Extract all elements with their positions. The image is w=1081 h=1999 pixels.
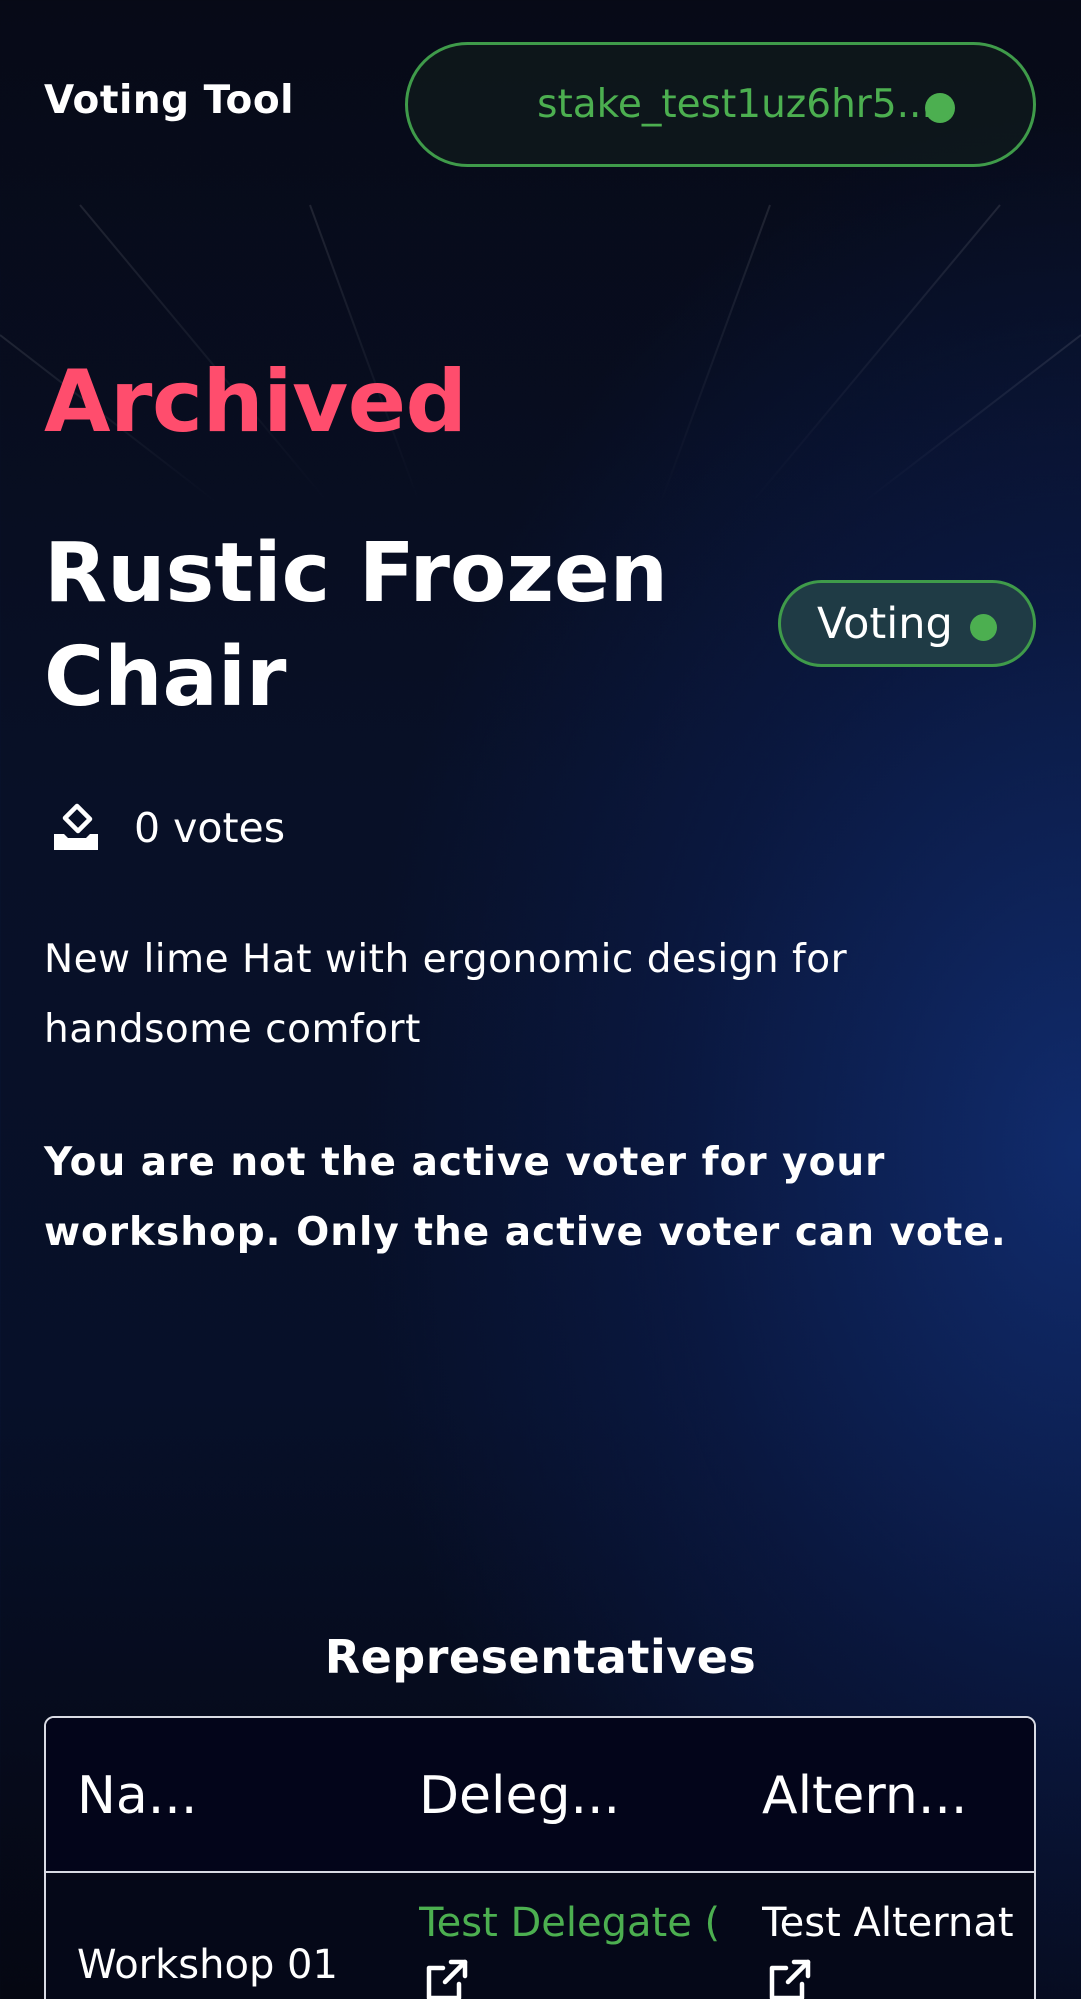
- wallet-status-dot: [925, 93, 955, 123]
- column-header-name[interactable]: Na...: [77, 1766, 277, 1826]
- column-header-delegate[interactable]: Deleg...: [419, 1766, 669, 1826]
- representatives-table: Na... Deleg... Altern... Workshop 01 Tes…: [44, 1716, 1036, 1999]
- status-dot: [970, 614, 997, 641]
- column-header-alternate[interactable]: Altern...: [762, 1766, 1012, 1826]
- ballot-box-icon: [54, 803, 98, 850]
- row-workshop-name: Workshop 01: [77, 1942, 338, 1988]
- external-link-icon[interactable]: [425, 1958, 469, 1999]
- external-link-icon[interactable]: [768, 1958, 812, 1999]
- top-header: Voting Tool stake_test1uz6hr5...: [0, 0, 1081, 200]
- wallet-address: stake_test1uz6hr5...: [537, 82, 934, 127]
- background-grid: [0, 204, 1081, 505]
- proposal-title: Rustic Frozen Chair: [44, 526, 669, 725]
- wallet-connect-button[interactable]: stake_test1uz6hr5...: [405, 42, 1036, 167]
- status-label: Voting: [817, 598, 953, 649]
- votes-count: 0 votes: [134, 804, 286, 852]
- votes-summary: 0 votes: [48, 798, 285, 858]
- voter-notice: You are not the active voter for your wo…: [44, 1140, 1007, 1255]
- table-header: Na... Deleg... Altern...: [46, 1718, 1034, 1873]
- row-delegate-link[interactable]: Test Delegate (: [419, 1900, 733, 1946]
- status-badge: Voting: [778, 580, 1036, 667]
- representatives-heading: Representatives: [324, 1630, 757, 1684]
- app-title[interactable]: Voting Tool: [44, 78, 294, 123]
- proposal-description: New lime Hat with ergonomic design for h…: [44, 937, 848, 1052]
- row-alternate-link[interactable]: Test Alternat: [762, 1900, 1034, 1946]
- archived-label: Archived: [44, 352, 467, 452]
